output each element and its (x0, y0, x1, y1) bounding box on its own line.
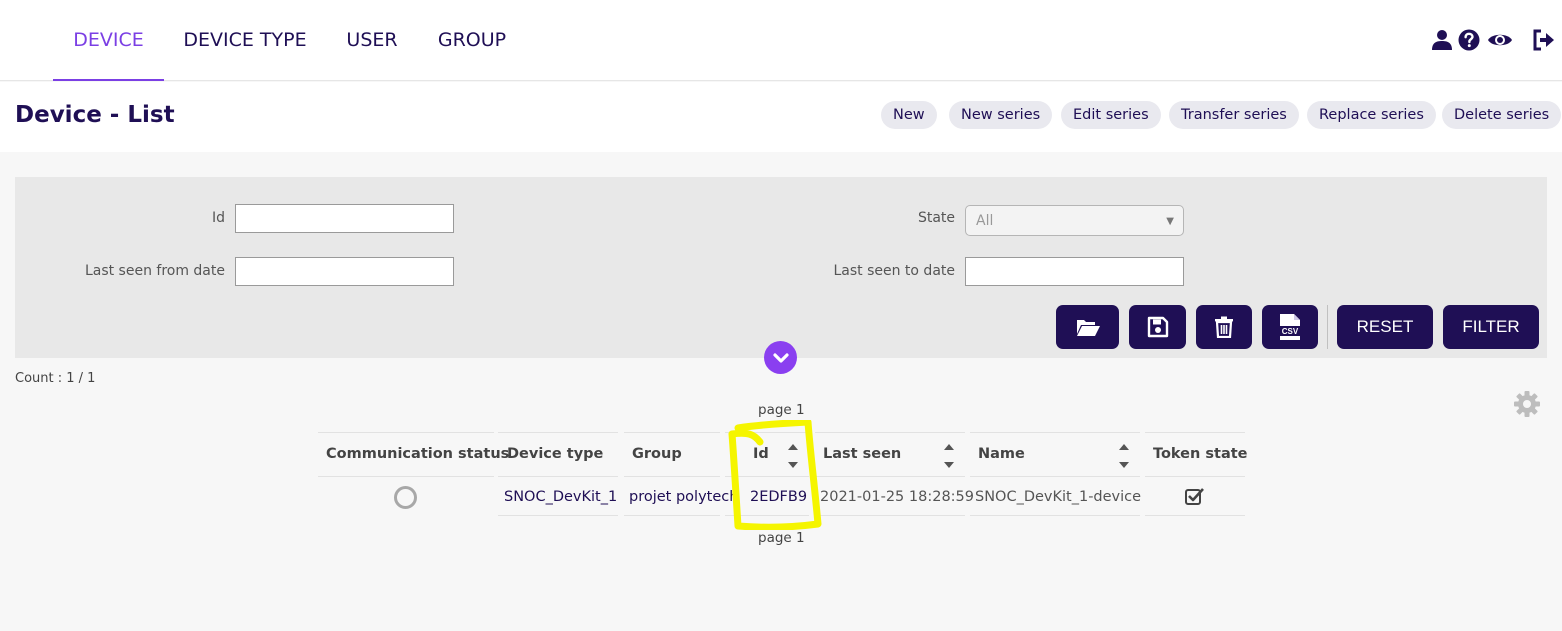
column-header-group[interactable]: Group (624, 432, 720, 477)
replace-series-button[interactable]: Replace series (1307, 101, 1436, 129)
collapse-filter-toggle[interactable] (764, 341, 797, 374)
tab-group[interactable]: GROUP (424, 0, 520, 81)
from-date-filter-input[interactable] (235, 257, 454, 286)
from-date-filter-label: Last seen from date (84, 263, 225, 279)
new-button[interactable]: New (881, 101, 937, 129)
eye-icon[interactable] (1487, 28, 1513, 52)
button-divider (1327, 305, 1328, 349)
csv-icon: CSV (1278, 314, 1302, 340)
status-ring-icon (394, 486, 417, 509)
gear-icon[interactable] (1513, 390, 1541, 418)
column-header-name[interactable]: Name (970, 432, 1140, 477)
id-filter-input[interactable] (235, 204, 454, 233)
state-filter-value: All (976, 213, 994, 229)
load-filter-button[interactable] (1056, 305, 1119, 349)
filter-button[interactable]: FILTER (1443, 305, 1539, 349)
tab-device[interactable]: DEVICE (53, 0, 164, 81)
folder-open-icon (1076, 320, 1100, 336)
to-date-filter-label: Last seen to date (833, 263, 955, 279)
table-cell-name: SNOC_DevKit_1-device (970, 478, 1141, 516)
tab-device-type[interactable]: DEVICE TYPE (172, 0, 318, 81)
tab-user[interactable]: USER (332, 0, 412, 81)
save-filter-button[interactable] (1129, 305, 1186, 349)
user-icon[interactable] (1430, 28, 1454, 52)
column-header-communication-status[interactable]: Communication status (318, 432, 509, 477)
chevron-down-icon (772, 352, 789, 363)
transfer-series-button[interactable]: Transfer series (1169, 101, 1299, 129)
delete-filter-button[interactable] (1196, 305, 1252, 349)
page-header: Device - List New New series Edit series… (0, 82, 1562, 152)
page-indicator-top: page 1 (758, 402, 805, 418)
help-icon[interactable] (1457, 28, 1481, 52)
sort-icon[interactable] (943, 442, 955, 470)
result-count: Count : 1 / 1 (15, 371, 96, 386)
top-navigation: DEVICE DEVICE TYPE USER GROUP (0, 0, 1562, 81)
trash-icon (1215, 316, 1233, 338)
id-filter-label: Id (211, 210, 225, 226)
column-header-device-type[interactable]: Device type (498, 432, 618, 477)
delete-series-button[interactable]: Delete series (1442, 101, 1562, 129)
page-title: Device - List (15, 102, 175, 128)
column-header-name-label: Name (978, 446, 1025, 462)
new-series-button[interactable]: New series (949, 101, 1053, 129)
caret-down-icon: ▼ (1166, 216, 1174, 227)
highlight-annotation (728, 420, 822, 530)
to-date-filter-input[interactable] (965, 257, 1184, 286)
table-cell-last-seen: 2021-01-25 18:28:59 (815, 478, 974, 516)
export-csv-button[interactable]: CSV (1262, 305, 1318, 349)
state-filter-label: State (917, 210, 955, 226)
column-header-token-state[interactable]: Token state (1145, 432, 1248, 477)
table-cell-group[interactable]: projet polytech (624, 478, 738, 516)
edit-series-button[interactable]: Edit series (1061, 101, 1161, 129)
checkbox-checked-icon (1185, 488, 1204, 505)
column-header-last-seen[interactable]: Last seen (815, 432, 965, 477)
reset-button[interactable]: RESET (1337, 305, 1433, 349)
page-indicator-bottom: page 1 (758, 530, 805, 546)
table-cell-token-state (1145, 478, 1245, 516)
logout-icon[interactable] (1531, 28, 1555, 52)
svg-text:CSV: CSV (1282, 327, 1299, 336)
state-filter-select[interactable]: All ▼ (965, 205, 1184, 236)
table-cell-device-type[interactable]: SNOC_DevKit_1 (498, 478, 618, 516)
column-header-last-seen-label: Last seen (823, 446, 902, 462)
save-icon (1147, 316, 1168, 338)
table-cell-communication-status (318, 478, 494, 516)
sort-icon[interactable] (1118, 442, 1130, 470)
